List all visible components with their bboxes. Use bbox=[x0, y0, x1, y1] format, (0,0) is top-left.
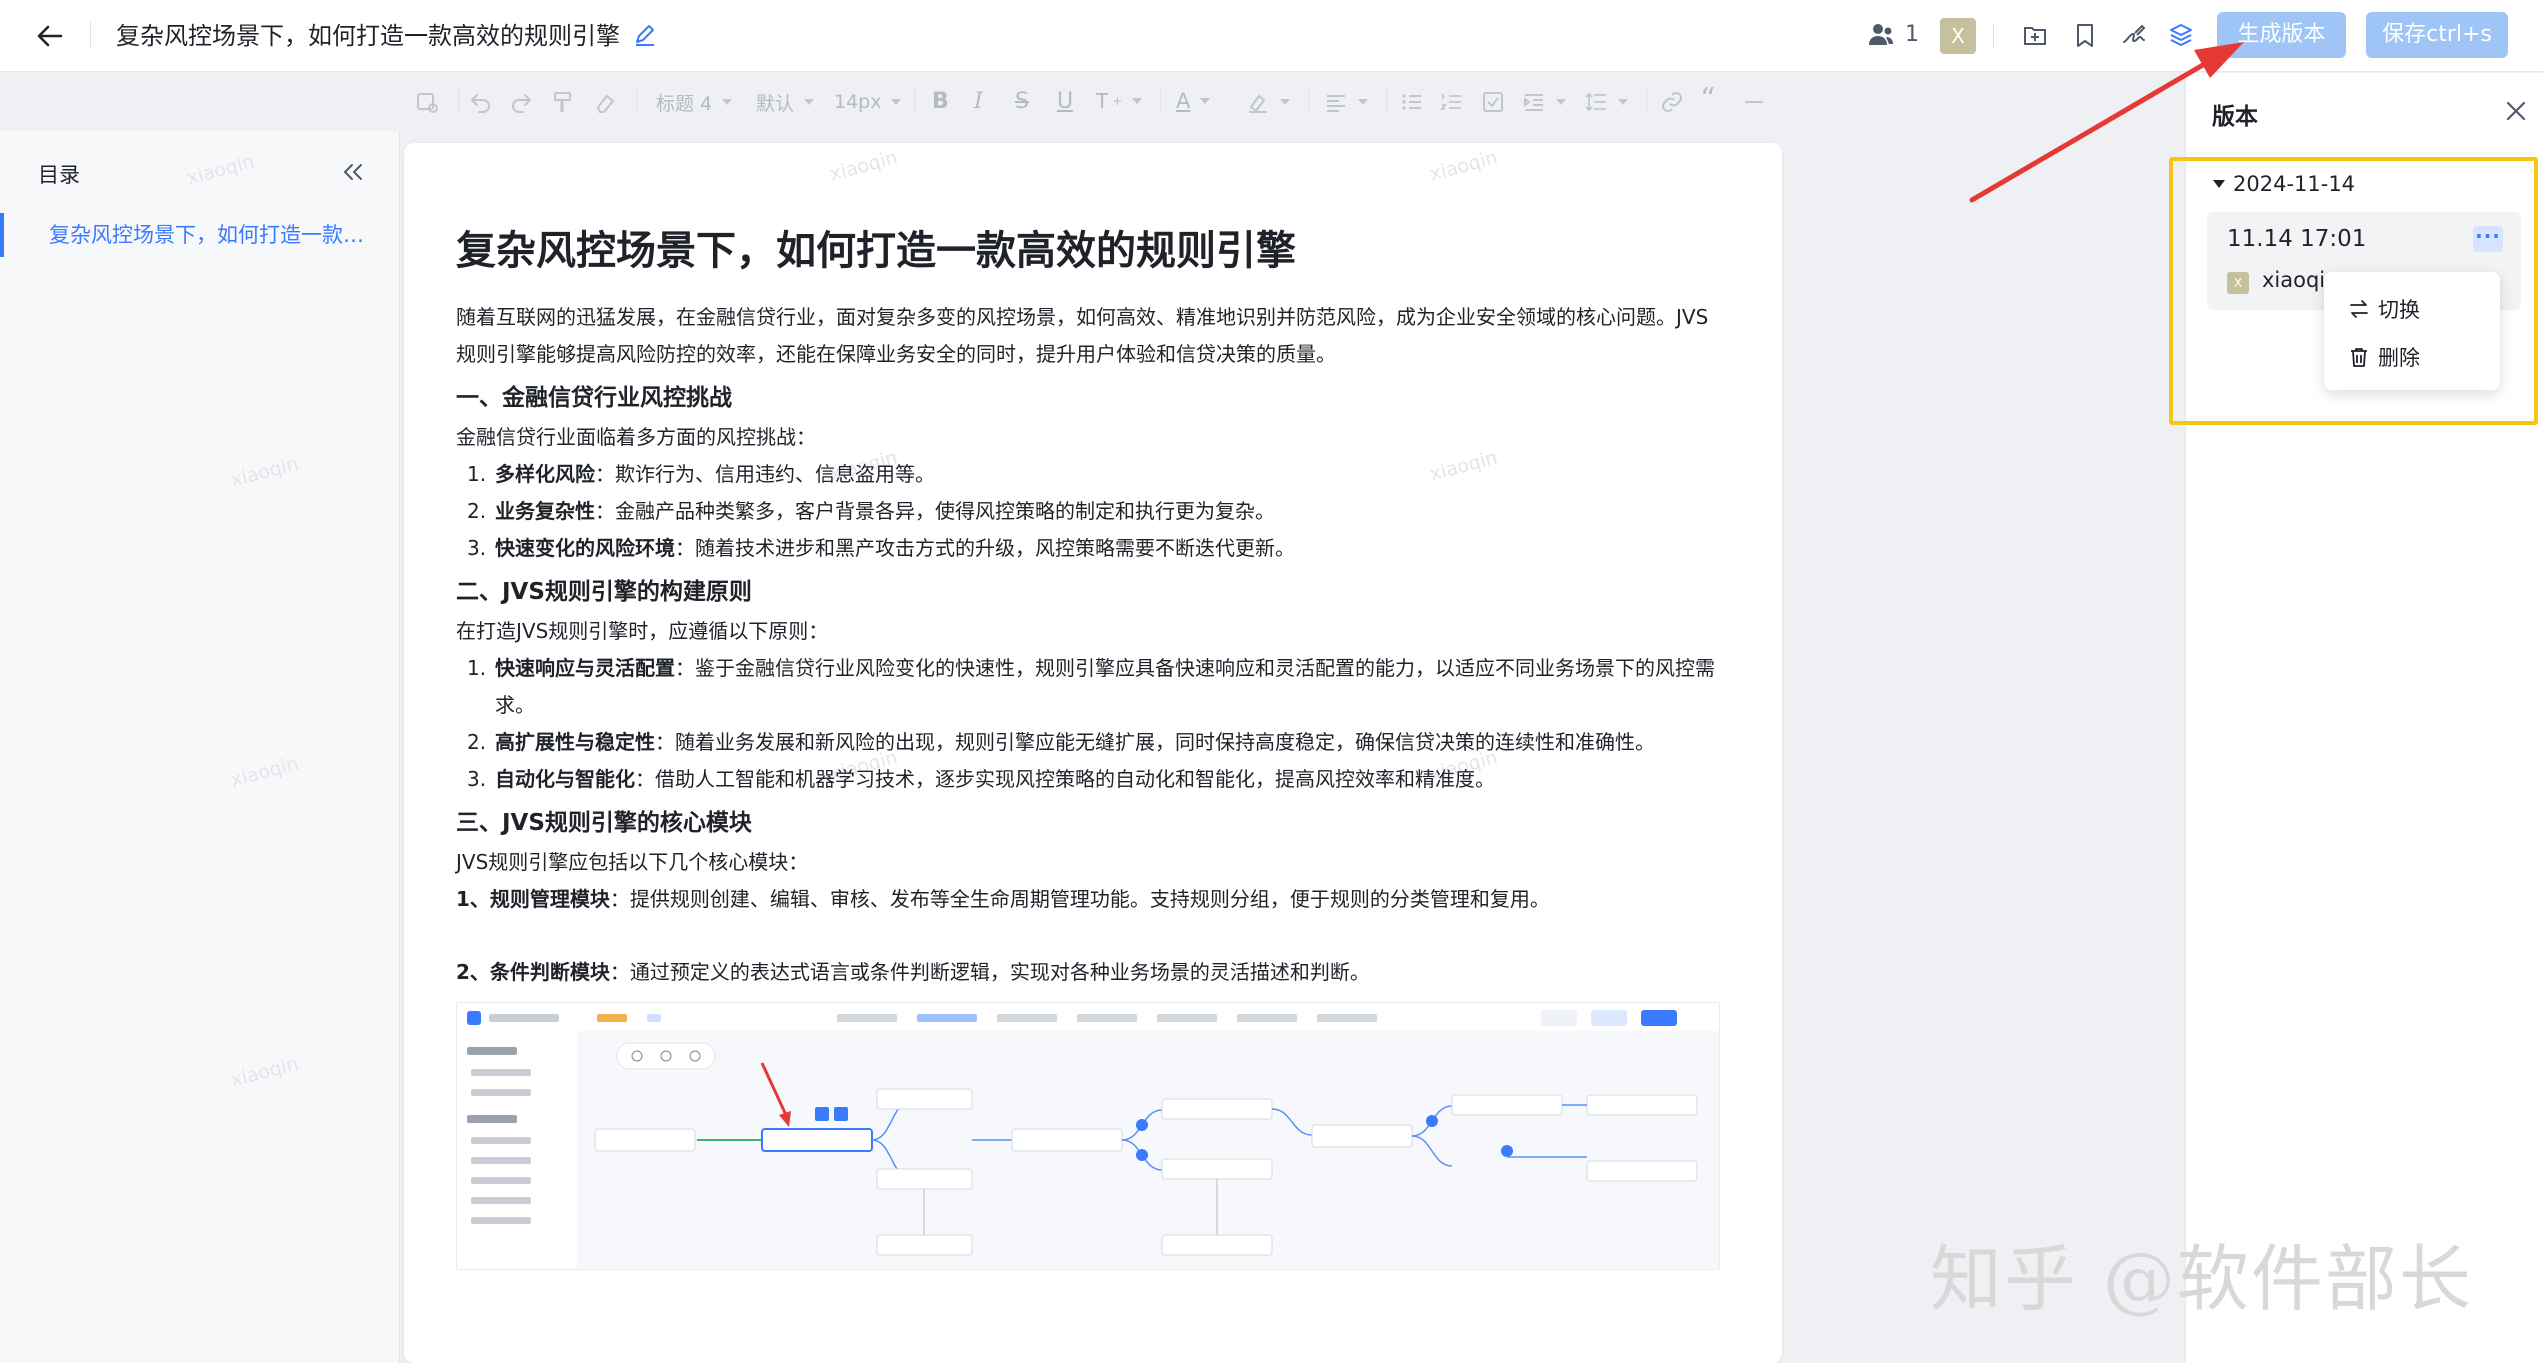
annotation-arrow bbox=[1969, 42, 2244, 203]
app-window: 复杂风控场景下，如何打造一款高效的规则引擎 1 X 生成版本 保存ctrl+s bbox=[0, 0, 2543, 1363]
overlay-watermark: 知乎 @软件部长 bbox=[1930, 1237, 2473, 1321]
